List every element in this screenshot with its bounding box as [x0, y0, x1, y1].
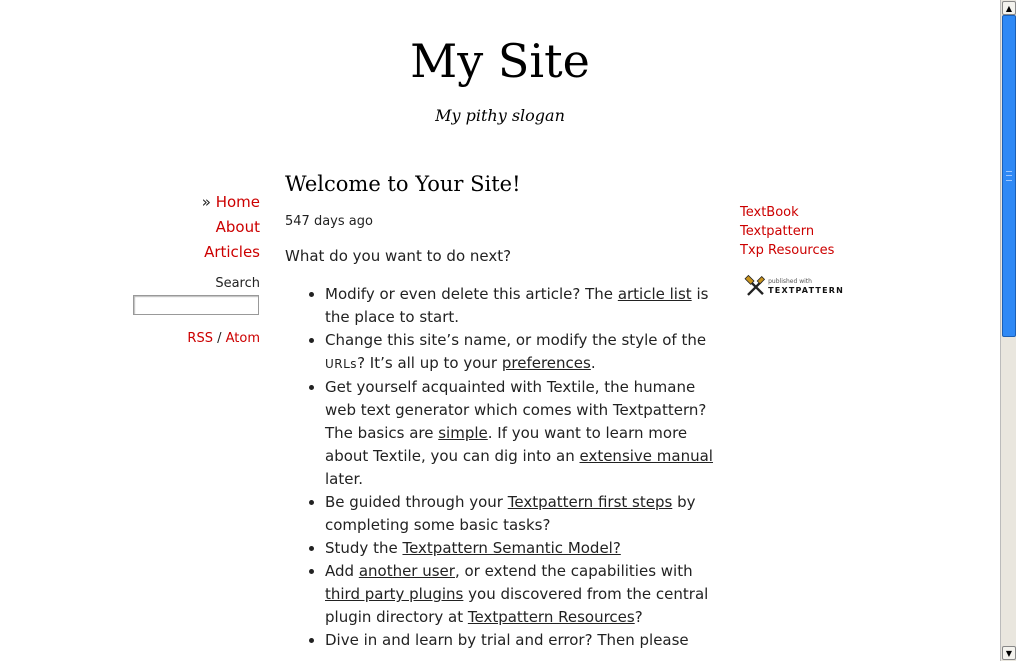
list-text: .	[590, 354, 596, 372]
published-with-textpattern-badge[interactable]: published with TEXTPATTERN	[744, 273, 844, 301]
list-item: Be guided through your Textpattern first…	[325, 491, 715, 537]
rss-link[interactable]: RSS	[187, 331, 213, 346]
article-title: Welcome to Your Site!	[285, 172, 521, 196]
site-title[interactable]: My Site	[0, 34, 1000, 88]
page: My Site My pithy slogan » Home About Art…	[0, 0, 1000, 661]
hammer-icon	[744, 274, 766, 296]
first-steps-link[interactable]: Textpattern first steps	[508, 493, 673, 511]
nav-item-about: About	[130, 217, 260, 242]
search-input[interactable]	[133, 295, 259, 315]
nav-item-home: » Home	[130, 192, 260, 217]
scroll-up-arrow-icon[interactable]: ▲	[1002, 1, 1016, 15]
link-item: Textpattern	[740, 223, 880, 242]
textbook-link[interactable]: TextBook	[740, 205, 799, 220]
list-text: Be guided through your	[325, 493, 508, 511]
article-list: Modify or even delete this article? The …	[285, 283, 715, 652]
grip-icon	[1006, 171, 1012, 181]
list-item: Dive in and learn by trial and error? Th…	[325, 629, 715, 652]
scroll-down-arrow-icon[interactable]: ▼	[1002, 646, 1016, 660]
list-text: ? It’s all up to your	[357, 354, 502, 372]
list-item: Get yourself acquainted with Textile, th…	[325, 376, 715, 491]
nav-item-articles: Articles	[130, 242, 260, 267]
list-text: Change this site’s name, or modify the s…	[325, 331, 707, 349]
list-text: Study the	[325, 539, 403, 557]
list-item: Study the Textpattern Semantic Model?	[325, 537, 715, 560]
search-label: Search	[215, 276, 260, 291]
list-text: ?	[634, 608, 643, 626]
list-item: Change this site’s name, or modify the s…	[325, 329, 715, 376]
nav-link-home[interactable]: Home	[216, 193, 260, 211]
right-sidebar: TextBook Textpattern Txp Resources publi…	[740, 204, 880, 301]
simple-link[interactable]: simple	[438, 424, 488, 442]
another-user-link[interactable]: another user	[359, 562, 455, 580]
list-item: Modify or even delete this article? The …	[325, 283, 715, 329]
badge-brand-text: TEXTPATTERN	[768, 286, 844, 295]
list-text: Add	[325, 562, 359, 580]
list-text: later.	[325, 470, 364, 488]
extensive-manual-link[interactable]: extensive manual	[579, 447, 713, 465]
semantic-model-link[interactable]: Textpattern Semantic Model?	[402, 539, 620, 557]
main-content: Welcome to Your Site! 547 days ago What …	[285, 170, 715, 652]
section-nav: » Home About Articles	[130, 192, 260, 267]
list-text: Modify or even delete this article? The	[325, 285, 618, 303]
list-text: Dive in and learn by trial and error? Th…	[325, 631, 689, 649]
link-list: TextBook Textpattern Txp Resources	[740, 204, 880, 261]
site-slogan: My pithy slogan	[435, 106, 565, 125]
preferences-link[interactable]: preferences	[502, 354, 591, 372]
article-intro: What do you want to do next?	[285, 247, 512, 265]
badge-text: published with TEXTPATTERN	[768, 278, 844, 296]
txp-resources-link[interactable]: Txp Resources	[740, 243, 834, 258]
link-item: TextBook	[740, 204, 880, 223]
third-party-plugins-link[interactable]: third party plugins	[325, 585, 463, 603]
textpattern-resources-link[interactable]: Textpattern Resources	[468, 608, 635, 626]
acronym-urls: URLs	[325, 357, 358, 371]
textpattern-link[interactable]: Textpattern	[740, 224, 814, 239]
article-list-link[interactable]: article list	[618, 285, 692, 303]
nav-link-about[interactable]: About	[216, 218, 260, 236]
left-sidebar: » Home About Articles Search RSS / Atom	[130, 192, 260, 346]
scroll-thumb[interactable]	[1002, 15, 1016, 337]
nav-link-articles[interactable]: Articles	[204, 243, 260, 261]
feed-separator: /	[212, 331, 226, 346]
vertical-scrollbar[interactable]: ▲ ▼	[1000, 0, 1016, 661]
list-item: Add another user, or extend the capabili…	[325, 560, 715, 629]
current-marker: »	[201, 193, 211, 211]
feed-links: RSS / Atom	[130, 331, 260, 346]
atom-link[interactable]: Atom	[226, 331, 260, 346]
list-text: , or extend the capabilities with	[454, 562, 693, 580]
article-date: 547 days ago	[285, 214, 373, 229]
link-item: Txp Resources	[740, 242, 880, 261]
badge-small-text: published with	[768, 278, 812, 285]
